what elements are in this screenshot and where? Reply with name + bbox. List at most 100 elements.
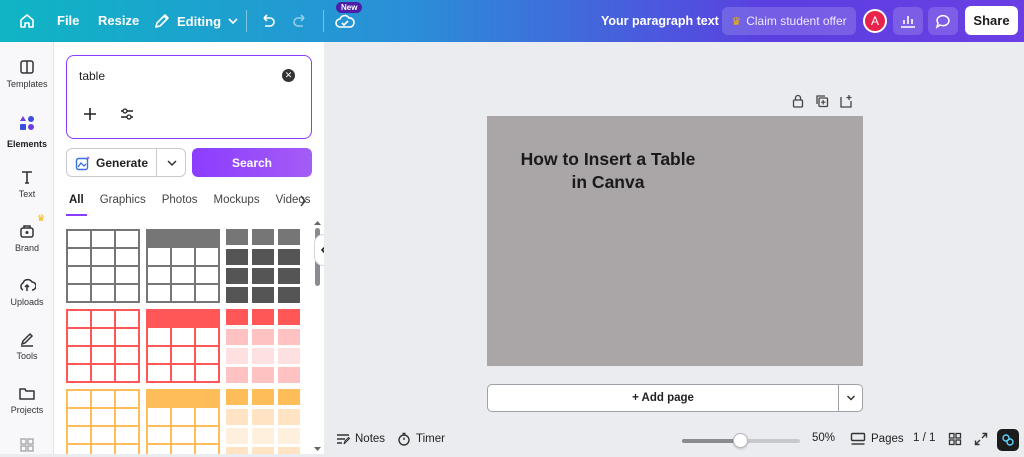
pages-icon [850, 432, 866, 445]
bar-chart-icon [901, 16, 915, 28]
add-page-button[interactable]: + Add page [488, 385, 838, 411]
category-tabs: All Graphics Photos Mockups Videos [66, 192, 312, 216]
editing-label: Editing [177, 13, 222, 29]
tools-icon [20, 332, 34, 347]
notes-label: Notes [355, 433, 386, 445]
avatar[interactable]: A [863, 9, 887, 33]
help-button[interactable] [997, 429, 1019, 451]
lock-icon[interactable] [791, 94, 805, 108]
undo-icon [263, 14, 275, 27]
search-input[interactable]: table ✕ [66, 55, 312, 139]
table-result-orange-grid[interactable] [66, 389, 140, 454]
claim-offer-button[interactable]: ♛ Claim student offer [722, 7, 856, 35]
canvas-title-line: How to Insert a Table [520, 149, 696, 169]
rail-label: Projects [10, 405, 44, 415]
table-graphic [66, 309, 140, 383]
design-canvas[interactable]: How to Insert a Table in Canva [487, 116, 863, 366]
table-result-gray-header[interactable] [146, 229, 220, 303]
claim-label: Claim student offer [746, 14, 847, 28]
rail-item-text[interactable]: Text [0, 168, 54, 199]
timer-icon [398, 432, 410, 446]
tab-mockups[interactable]: Mockups [211, 192, 263, 216]
table-result-red-blocks[interactable] [226, 309, 300, 383]
clear-search-button[interactable]: ✕ [282, 69, 295, 82]
rail-item-tools[interactable]: Tools [0, 330, 54, 361]
help-icon [1002, 434, 1014, 446]
results-grid [66, 229, 302, 454]
generate-options-button[interactable] [156, 149, 186, 176]
table-result-red-header[interactable] [146, 309, 220, 383]
side-rail: Templates Elements Text ♛ Brand Uploads … [0, 42, 54, 454]
rail-label: Uploads [10, 297, 44, 307]
notes-button[interactable]: Notes [336, 432, 385, 446]
generate-button[interactable]: Generate [67, 149, 156, 176]
uploads-icon [20, 278, 36, 291]
doc-title[interactable]: Your paragraph text [601, 14, 719, 28]
share-button[interactable]: Share [965, 6, 1018, 35]
timer-button[interactable]: Timer [397, 432, 445, 446]
templates-icon [20, 60, 34, 74]
projects-icon [19, 388, 35, 400]
canvas-title-text[interactable]: How to Insert a Table in Canva [503, 148, 713, 194]
grid-view-icon [948, 432, 962, 446]
bottom-bar: Notes Timer 50% Pages 1 / 1 [324, 424, 1024, 454]
rail-item-templates[interactable]: Templates [0, 58, 54, 89]
rail-item-brand[interactable]: ♛ Brand [0, 213, 54, 253]
divider [246, 10, 247, 32]
redo-button[interactable] [291, 12, 309, 30]
tab-all[interactable]: All [66, 192, 87, 216]
table-graphic [66, 229, 140, 303]
tab-photos[interactable]: Photos [159, 192, 201, 216]
rail-label: Elements [6, 139, 48, 149]
table-graphic [66, 389, 140, 454]
tab-graphics[interactable]: Graphics [97, 192, 149, 216]
home-icon [20, 14, 34, 28]
resize-button[interactable]: Resize [98, 13, 139, 28]
zoom-level[interactable]: 50% [812, 432, 835, 444]
plus-icon[interactable] [83, 107, 97, 121]
generate-label: Generate [95, 155, 149, 170]
fullscreen-button[interactable] [974, 432, 988, 446]
scroll-down-icon [314, 447, 321, 451]
insights-button[interactable] [893, 7, 923, 35]
grid-view-button[interactable] [948, 432, 962, 446]
chevron-right-icon[interactable] [298, 194, 308, 208]
table-graphic [226, 389, 300, 454]
save-status-button[interactable] [335, 13, 355, 31]
home-button[interactable] [18, 12, 36, 30]
scroll-up-icon [314, 221, 321, 225]
table-graphic [226, 229, 300, 303]
zoom-slider-knob[interactable] [733, 433, 748, 448]
timer-label: Timer [416, 433, 445, 445]
table-result-gray-grid[interactable] [66, 229, 140, 303]
pages-label: Pages [871, 433, 904, 445]
rail-item-projects[interactable]: Projects [0, 384, 54, 415]
table-graphic [226, 309, 300, 383]
undo-button[interactable] [259, 12, 277, 30]
chevron-down-icon [228, 18, 238, 25]
magic-image-icon [75, 155, 90, 170]
duplicate-icon[interactable] [815, 94, 829, 108]
text-icon [22, 171, 32, 184]
search-button[interactable]: Search [192, 148, 312, 177]
brand-icon [20, 225, 34, 238]
table-result-orange-blocks[interactable] [226, 389, 300, 454]
comments-button[interactable] [928, 7, 958, 35]
table-result-dark-blocks[interactable] [226, 229, 300, 303]
rail-item-elements[interactable]: Elements [0, 112, 54, 149]
divider [323, 10, 324, 32]
add-page-options-button[interactable] [838, 385, 862, 411]
rail-item-uploads[interactable]: Uploads [0, 276, 54, 307]
pages-button[interactable]: Pages [850, 432, 904, 446]
table-result-red-grid[interactable] [66, 309, 140, 383]
filter-icon[interactable] [120, 108, 134, 120]
redo-icon [293, 14, 305, 27]
editing-mode-button[interactable]: Editing [153, 12, 239, 30]
zoom-slider[interactable] [682, 433, 800, 448]
table-result-orange-header[interactable] [146, 389, 220, 454]
chevron-down-icon [166, 159, 177, 166]
crown-icon: ♛ [37, 213, 46, 223]
add-page-group: + Add page [487, 384, 863, 412]
file-menu-button[interactable]: File [57, 13, 79, 28]
add-page-icon[interactable] [839, 94, 853, 108]
